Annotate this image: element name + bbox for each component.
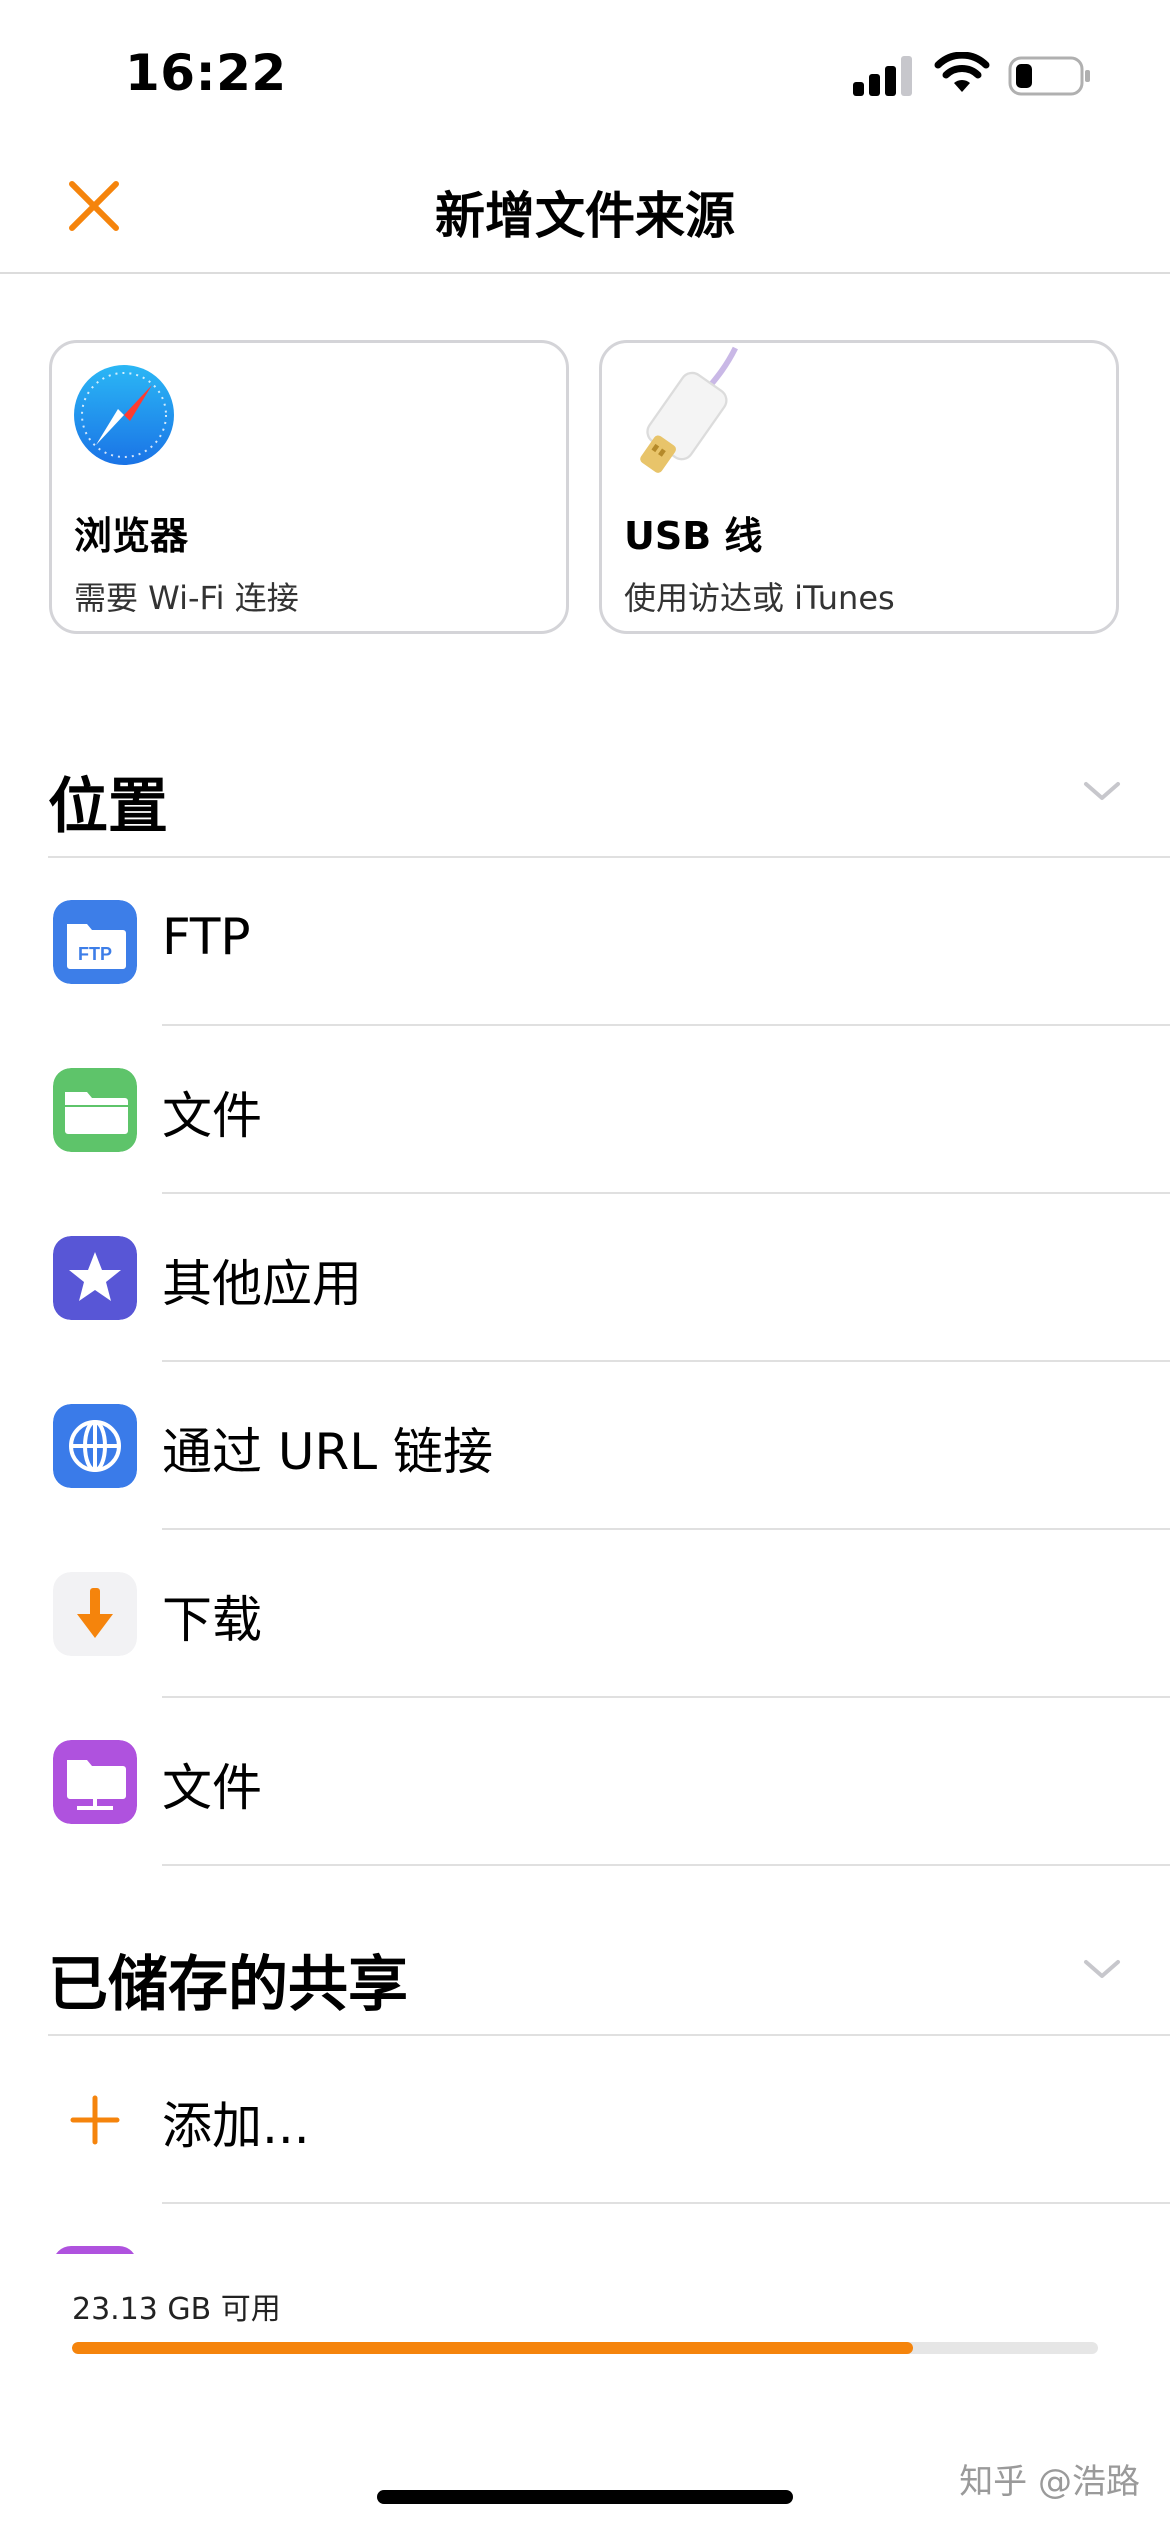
divider [162, 1864, 1170, 1866]
list-item-network-files[interactable]: 文件 [0, 1698, 1170, 1866]
list-item-label: 通过 URL 链接 [162, 1423, 493, 1481]
list-item-label: 文件 [162, 1759, 262, 1817]
list-item-label: FTP [162, 908, 251, 966]
storage-available-text: 23.13 GB 可用 [72, 2292, 281, 2327]
plus-icon [70, 2095, 120, 2145]
locations-section-header[interactable]: 位置 [48, 718, 1170, 858]
cellular-signal-icon [853, 56, 915, 96]
card-subtitle: 需要 Wi-Fi 连接 [74, 579, 299, 617]
storage-progress-track [72, 2342, 1098, 2354]
list-item-label: 文件 [162, 1087, 262, 1145]
saved-shares-section-header[interactable]: 已储存的共享 [48, 1896, 1170, 2036]
chevron-down-icon[interactable] [1082, 776, 1122, 806]
download-arrow-icon [53, 1572, 137, 1656]
list-item-downloads[interactable]: 下载 [0, 1530, 1170, 1698]
wifi-icon [934, 52, 990, 92]
list-item-other-apps[interactable]: 其他应用 [0, 1194, 1170, 1362]
browser-source-card[interactable]: 浏览器 需要 Wi-Fi 连接 [49, 340, 569, 634]
globe-icon [53, 1404, 137, 1488]
list-item-ftp[interactable]: FTP FTP [0, 858, 1170, 1026]
status-time: 16:22 [125, 44, 287, 102]
star-icon [53, 1236, 137, 1320]
storage-progress-fill [72, 2342, 914, 2354]
list-item-label: 其他应用 [162, 1255, 362, 1313]
storage-indicator: 23.13 GB 可用 [0, 2254, 1170, 2384]
list-item-files[interactable]: 文件 [0, 1026, 1170, 1194]
page-title: 新增文件来源 [435, 187, 735, 245]
list-item-url-link[interactable]: 通过 URL 链接 [0, 1362, 1170, 1530]
card-title: 浏览器 [74, 514, 189, 558]
safari-compass-icon [74, 365, 174, 465]
ftp-folder-icon: FTP [53, 900, 137, 984]
list-item-label: 添加... [162, 2097, 310, 2155]
card-subtitle: 使用访达或 iTunes [624, 579, 895, 617]
add-share-button[interactable]: 添加... [0, 2036, 1170, 2204]
usb-source-card[interactable]: USB 线 使用访达或 iTunes [599, 340, 1119, 634]
files-folder-icon [53, 1068, 137, 1152]
watermark-text: 知乎 @浩路 [959, 2462, 1140, 2502]
home-indicator[interactable] [377, 2490, 793, 2504]
network-folder-icon [53, 1740, 137, 1824]
battery-icon [1008, 56, 1090, 96]
section-title: 已储存的共享 [48, 1950, 408, 2020]
ftp-icon-text: FTP [78, 944, 112, 964]
card-title: USB 线 [624, 514, 763, 558]
list-item-label: 下载 [162, 1591, 262, 1649]
section-title: 位置 [48, 772, 168, 842]
navigation-bar: 新增文件来源 [0, 150, 1170, 274]
lightning-cable-icon [640, 346, 738, 473]
chevron-down-icon[interactable] [1082, 1954, 1122, 1984]
status-bar: 16:22 [0, 0, 1170, 150]
divider [162, 2202, 1170, 2204]
